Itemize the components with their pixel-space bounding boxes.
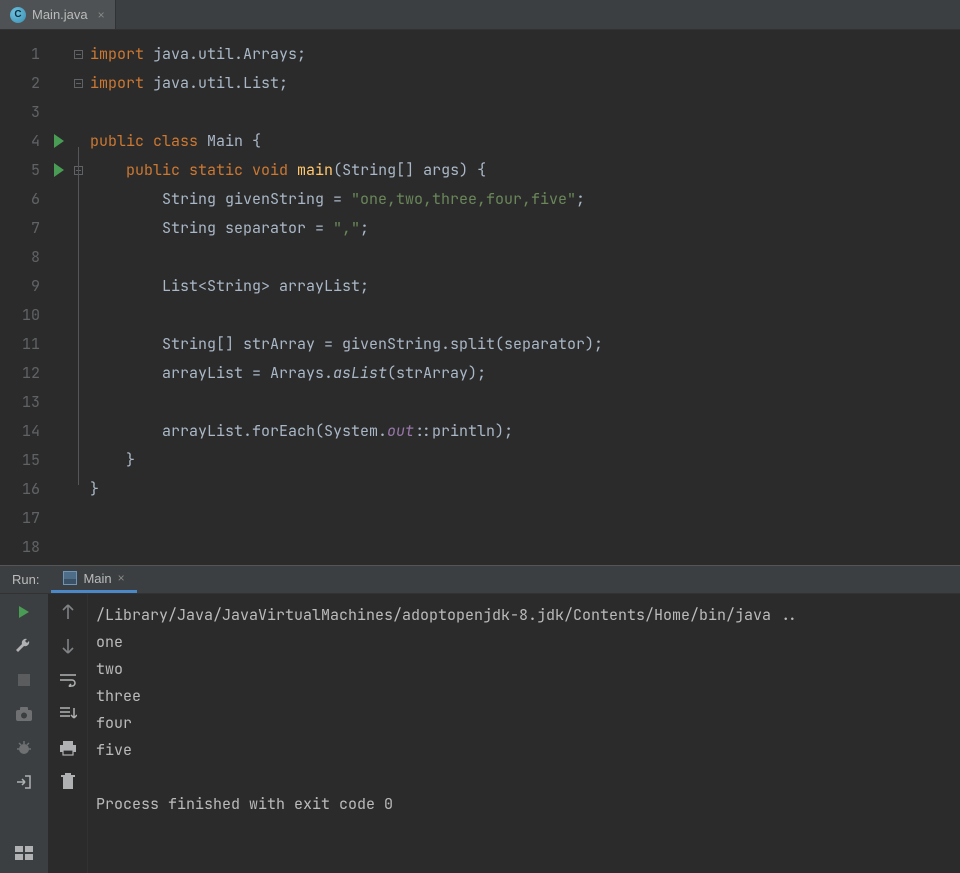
- code-line[interactable]: [90, 504, 960, 533]
- code-line[interactable]: String separator = ",";: [90, 214, 960, 243]
- line-number: 18: [0, 533, 72, 562]
- fold-toggle-icon[interactable]: [74, 79, 83, 88]
- close-icon[interactable]: ×: [98, 8, 105, 22]
- editor-tab-bar: C Main.java ×: [0, 0, 960, 30]
- code-line[interactable]: }: [90, 446, 960, 475]
- line-number: 10: [0, 301, 72, 330]
- exit-icon[interactable]: [14, 772, 34, 792]
- line-number: 3: [0, 98, 72, 127]
- scroll-to-end-icon[interactable]: [58, 704, 78, 724]
- tab-filename: Main.java: [32, 7, 88, 22]
- run-config-name: Main: [83, 571, 111, 586]
- editor-tab-main-java[interactable]: C Main.java ×: [0, 0, 116, 29]
- code-editor[interactable]: 123456789101112131415161718 import java.…: [0, 30, 960, 565]
- line-number: 14: [0, 417, 72, 446]
- code-line[interactable]: String[] strArray = givenString.split(se…: [90, 330, 960, 359]
- arrow-down-icon[interactable]: [58, 636, 78, 656]
- fold-column: [72, 40, 86, 565]
- code-line[interactable]: List<String> arrayList;: [90, 272, 960, 301]
- java-class-icon: C: [10, 7, 26, 23]
- line-number: 2: [0, 69, 72, 98]
- code-line[interactable]: public class Main {: [90, 127, 960, 156]
- code-line[interactable]: arrayList = Arrays.asList(strArray);: [90, 359, 960, 388]
- line-number: 16: [0, 475, 72, 504]
- code-line[interactable]: [90, 243, 960, 272]
- line-number: 7: [0, 214, 72, 243]
- line-number: 15: [0, 446, 72, 475]
- code-line[interactable]: [90, 388, 960, 417]
- run-actions-primary: [0, 594, 48, 873]
- code-line[interactable]: arrayList.forEach(System.out::println);: [90, 417, 960, 446]
- close-icon[interactable]: ×: [118, 571, 125, 585]
- line-number-gutter: 123456789101112131415161718: [0, 40, 72, 565]
- code-line[interactable]: [90, 533, 960, 562]
- line-number: 6: [0, 185, 72, 214]
- run-gutter-icon[interactable]: [54, 163, 64, 177]
- line-number: 13: [0, 388, 72, 417]
- code-line[interactable]: [90, 301, 960, 330]
- run-config-tab[interactable]: Main ×: [51, 566, 136, 593]
- run-config-icon: [63, 571, 77, 585]
- line-number: 11: [0, 330, 72, 359]
- run-panel: /Library/Java/JavaVirtualMachines/adopto…: [0, 593, 960, 873]
- soft-wrap-icon[interactable]: [58, 670, 78, 690]
- line-number: 5: [0, 156, 72, 185]
- line-number: 17: [0, 504, 72, 533]
- run-label: Run:: [0, 572, 51, 587]
- run-actions-secondary: [48, 594, 88, 873]
- camera-icon[interactable]: [14, 704, 34, 724]
- line-number: 4: [0, 127, 72, 156]
- code-line[interactable]: String givenString = "one,two,three,four…: [90, 185, 960, 214]
- wrench-icon[interactable]: [14, 636, 34, 656]
- line-number: 8: [0, 243, 72, 272]
- rerun-icon[interactable]: [14, 602, 34, 622]
- fold-toggle-icon[interactable]: [74, 50, 83, 59]
- line-number: 1: [0, 40, 72, 69]
- trash-icon[interactable]: [58, 772, 78, 792]
- layout-icon[interactable]: [14, 843, 34, 863]
- arrow-up-icon[interactable]: [58, 602, 78, 622]
- code-area[interactable]: import java.util.Arrays;import java.util…: [86, 40, 960, 565]
- code-line[interactable]: import java.util.List;: [90, 69, 960, 98]
- debug-bug-icon[interactable]: [14, 738, 34, 758]
- code-line[interactable]: [90, 98, 960, 127]
- code-line[interactable]: }: [90, 475, 960, 504]
- line-number: 12: [0, 359, 72, 388]
- run-panel-header: Run: Main ×: [0, 565, 960, 593]
- stop-icon[interactable]: [14, 670, 34, 690]
- line-number: 9: [0, 272, 72, 301]
- code-line[interactable]: import java.util.Arrays;: [90, 40, 960, 69]
- console-output[interactable]: /Library/Java/JavaVirtualMachines/adopto…: [88, 594, 960, 873]
- print-icon[interactable]: [58, 738, 78, 758]
- code-line[interactable]: public static void main(String[] args) {: [90, 156, 960, 185]
- run-gutter-icon[interactable]: [54, 134, 64, 148]
